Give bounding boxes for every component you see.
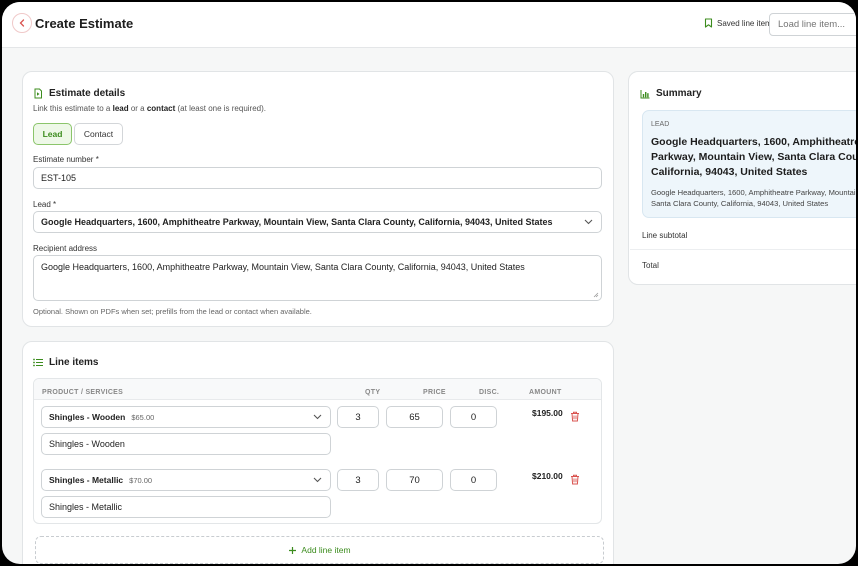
summary-title: Summary	[640, 88, 702, 99]
contact-toggle[interactable]: Contact	[74, 123, 123, 145]
estimate-number-input[interactable]: EST-105	[33, 167, 602, 189]
description-input[interactable]: Shingles - Wooden	[41, 433, 331, 455]
line-items-title: Line items	[33, 357, 98, 368]
summary-lead-name: Google Headquarters, 1600, Amphitheatre …	[651, 136, 856, 178]
line-subtotal-label: Line subtotal	[642, 231, 688, 240]
page-title: Create Estimate	[35, 16, 134, 31]
bookmark-icon	[704, 18, 713, 28]
chevron-down-icon	[313, 477, 322, 483]
resize-handle-icon[interactable]	[593, 292, 599, 298]
estimate-number-label: Estimate number *	[33, 155, 99, 164]
recipient-address-textarea[interactable]: Google Headquarters, 1600, Amphitheatre …	[33, 255, 602, 301]
total-label: Total	[642, 261, 659, 270]
recipient-address-value: Google Headquarters, 1600, Amphitheatre …	[41, 262, 525, 272]
saved-line-items-button[interactable]: Saved line items	[704, 18, 776, 28]
discount-input[interactable]: 0	[450, 469, 497, 491]
qty-input[interactable]: 3	[337, 406, 379, 428]
list-icon	[33, 358, 43, 367]
product-select[interactable]: Shingles - Wooden $65.00	[41, 406, 331, 428]
price-input[interactable]: 65	[386, 406, 443, 428]
column-header-qty: QTY	[365, 389, 381, 396]
discount-input[interactable]: 0	[450, 406, 497, 428]
chevron-down-icon	[584, 219, 593, 225]
estimate-details-title: Estimate details	[33, 88, 125, 99]
top-bar: Create Estimate Saved line items	[2, 2, 856, 48]
summary-lead-box: LEAD Google Headquarters, 1600, Amphithe…	[642, 110, 856, 218]
summary-lead-address: Google Headquarters, 1600, Amphitheatre …	[651, 188, 856, 209]
load-line-item-input[interactable]	[769, 13, 856, 36]
lead-select[interactable]: Google Headquarters, 1600, Amphitheatre …	[33, 211, 602, 233]
plus-icon	[289, 546, 297, 554]
recipient-address-label: Recipient address	[33, 244, 98, 253]
description-input[interactable]: Shingles - Metallic	[41, 496, 331, 518]
trash-icon[interactable]	[570, 474, 580, 485]
trash-icon[interactable]	[570, 411, 580, 422]
column-header-product: PRODUCT / SERVICES	[42, 389, 124, 396]
back-button[interactable]	[12, 13, 32, 33]
line-amount: $210.00	[532, 471, 563, 481]
recipient-hint: Optional. Shown on PDFs when set; prefil…	[33, 307, 312, 316]
column-header-price: PRICE	[423, 389, 446, 396]
lead-toggle[interactable]: Lead	[33, 123, 72, 145]
line-amount: $195.00	[532, 408, 563, 418]
add-line-item-button[interactable]: Add line item	[35, 536, 604, 564]
summary-lead-tag: LEAD	[651, 121, 670, 128]
lead-select-value: Google Headquarters, 1600, Amphitheatre …	[41, 217, 553, 227]
column-header-disc: DISC.	[479, 389, 500, 396]
play-doc-icon	[34, 88, 42, 99]
bar-chart-icon	[640, 89, 650, 98]
chevron-down-icon	[313, 414, 322, 420]
chevron-left-icon	[19, 19, 25, 27]
link-hint: Link this estimate to a lead or a contac…	[33, 104, 267, 113]
product-select[interactable]: Shingles - Metallic $70.00	[41, 469, 331, 491]
summary-divider	[630, 249, 856, 250]
saved-line-items-label: Saved line items	[717, 18, 776, 28]
column-header-amount: AMOUNT	[529, 389, 562, 396]
price-input[interactable]: 70	[386, 469, 443, 491]
app-window: Create Estimate Saved line items Estimat…	[2, 2, 856, 564]
qty-input[interactable]: 3	[337, 469, 379, 491]
lead-label: Lead *	[33, 200, 57, 209]
